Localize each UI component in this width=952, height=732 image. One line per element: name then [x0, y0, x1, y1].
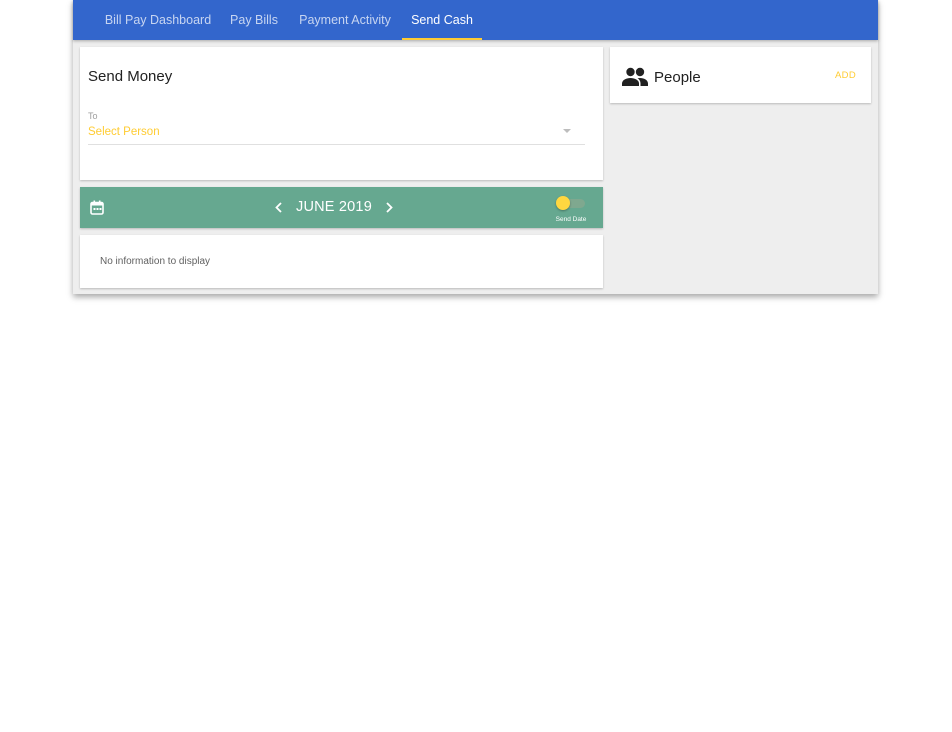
app-window: Bill Pay Dashboard Pay Bills Payment Act… [73, 0, 878, 294]
select-person-value: Select Person [88, 126, 160, 138]
people-card: People ADD [610, 47, 871, 103]
tab-pay-bills[interactable]: Pay Bills [223, 0, 285, 40]
tab-label: Bill Pay Dashboard [104, 13, 212, 27]
send-date-label: Send Date [555, 216, 587, 223]
month-label: JUNE 2019 [296, 199, 372, 215]
tab-payment-activity[interactable]: Payment Activity [291, 0, 399, 40]
add-person-button[interactable]: ADD [835, 70, 856, 81]
tab-label: Payment Activity [299, 13, 391, 27]
tab-label: Send Cash [411, 13, 473, 27]
empty-state-text: No information to display [100, 256, 211, 267]
send-date-toggle[interactable] [555, 195, 586, 211]
calendar-bar: JUNE 2019 Send Date [80, 187, 603, 228]
top-nav: Bill Pay Dashboard Pay Bills Payment Act… [73, 0, 878, 40]
tab-bill-pay-dashboard[interactable]: Bill Pay Dashboard [95, 0, 221, 40]
dropdown-arrow-icon [563, 129, 571, 133]
tab-label: Pay Bills [230, 13, 278, 27]
send-money-title: Send Money [88, 68, 173, 85]
select-person-dropdown[interactable]: Select Person [88, 123, 585, 145]
to-field-label: To [88, 111, 98, 121]
chevron-left-icon[interactable] [273, 201, 285, 214]
toggle-thumb [556, 196, 570, 210]
tab-send-cash[interactable]: Send Cash [402, 0, 482, 40]
active-tab-indicator [402, 38, 482, 40]
send-money-card: Send Money To Select Person [80, 47, 603, 180]
activity-card: No information to display [80, 235, 603, 288]
people-icon [622, 67, 648, 86]
people-title: People [654, 69, 701, 86]
calendar-icon[interactable] [90, 200, 104, 215]
chevron-right-icon[interactable] [383, 201, 395, 214]
